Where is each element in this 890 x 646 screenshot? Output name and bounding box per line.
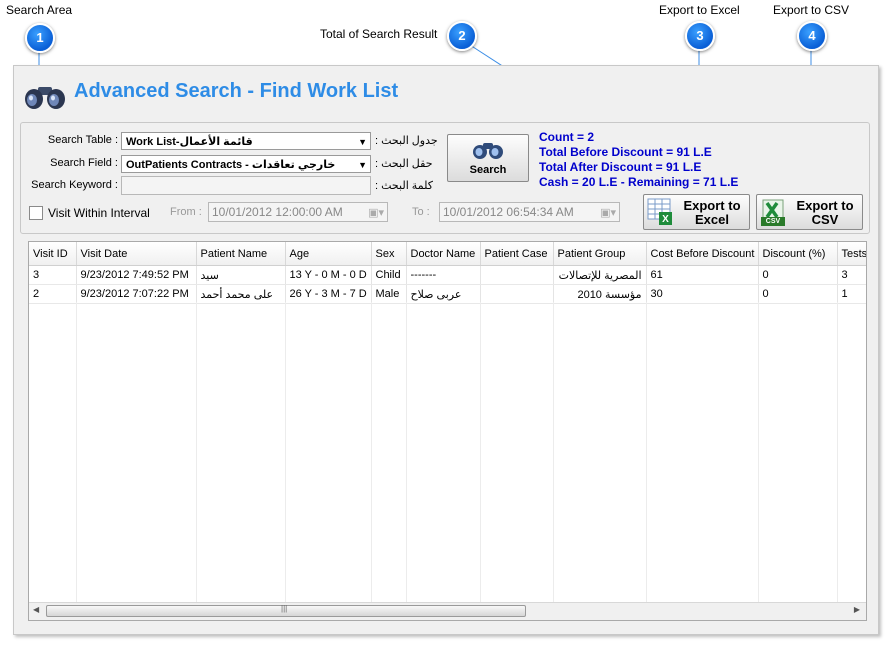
page-title: Advanced Search - Find Work List	[74, 80, 399, 102]
export-excel-label-2: Excel	[695, 212, 729, 227]
callout-badge-2: 2	[447, 21, 477, 51]
table-row[interactable]: 2 9/23/2012 7:07:22 PM على محمد أحمد 26 …	[29, 284, 866, 304]
search-field-label: Search Field :	[50, 157, 118, 169]
search-button[interactable]: Search	[447, 134, 529, 182]
svg-text:X: X	[662, 214, 669, 225]
column-header-discount[interactable]: Discount (%)	[758, 242, 838, 266]
callout-badge-1: 1	[25, 23, 55, 53]
binoculars-icon	[25, 87, 65, 109]
cell-tests: 3	[837, 265, 866, 285]
search-field-label-ar: : حقل البحث	[375, 158, 433, 170]
total-before-discount-text: Total Before Discount = 91 L.E	[539, 145, 712, 159]
export-csv-label-2: CSV	[811, 212, 839, 227]
cell-sex: Male	[371, 284, 407, 304]
cell-tests: 1	[837, 284, 866, 304]
column-header-patient-name[interactable]: Patient Name	[196, 242, 286, 266]
grid-header-row: Visit ID Visit Date Patient Name Age Sex…	[29, 242, 866, 266]
cell-doctor-name: -------	[406, 265, 481, 285]
callout-badge-3: 3	[685, 21, 715, 51]
advanced-search-window: Advanced Search - Find Work List Search …	[13, 65, 879, 635]
export-csv-label-1: Export to	[796, 198, 854, 213]
cell-age: 13 Y - 0 M - 0 D	[285, 265, 372, 285]
column-header-visit-id[interactable]: Visit ID	[29, 242, 77, 266]
search-keyword-label-ar: : كلمة البحث	[375, 180, 433, 192]
column-header-tests[interactable]: Tests	[837, 242, 866, 266]
scrollbar-thumb[interactable]: |||	[46, 604, 526, 617]
excel-icon: X	[647, 198, 672, 225]
to-date-picker[interactable]: 10/01/2012 06:54:34 AM ▣▾	[439, 202, 620, 222]
scroll-right-arrow-icon[interactable]: ▶	[854, 605, 860, 614]
calendar-icon: ▣▾	[368, 207, 384, 219]
cell-sex: Child	[371, 265, 407, 285]
cell-patient-name: على محمد أحمد	[196, 284, 286, 304]
cell-cost-before-discount: 61	[646, 265, 759, 285]
cell-discount: 0	[758, 284, 838, 304]
column-header-sex[interactable]: Sex	[371, 242, 407, 266]
chevron-down-icon: ▼	[358, 137, 367, 147]
search-field-select[interactable]: OutPatients Contracts - خارجي تعاقدات ▼	[121, 155, 371, 173]
table-row[interactable]: 3 9/23/2012 7:49:52 PM سيد 13 Y - 0 M - …	[29, 265, 866, 285]
search-keyword-input[interactable]	[121, 176, 371, 195]
csv-icon-text: CSV	[765, 218, 781, 225]
column-header-doctor-name[interactable]: Doctor Name	[406, 242, 481, 266]
column-header-cost-before-discount[interactable]: Cost Before Discount	[646, 242, 759, 266]
from-date-value: 10/01/2012 12:00:00 AM	[212, 205, 343, 219]
column-header-patient-group[interactable]: Patient Group	[553, 242, 647, 266]
calendar-icon: ▣▾	[600, 207, 616, 219]
visit-within-interval-label: Visit Within Interval	[48, 206, 150, 220]
column-header-age[interactable]: Age	[285, 242, 372, 266]
csv-icon: CSV	[761, 199, 787, 227]
search-table-value: Work List-قائمة الأعمال	[126, 136, 253, 148]
cell-age: 26 Y - 3 M - 7 D	[285, 284, 372, 304]
search-keyword-label: Search Keyword :	[31, 179, 118, 191]
search-table-label-ar: : جدول البحث	[375, 135, 438, 147]
callout-badge-4: 4	[797, 21, 827, 51]
cell-discount: 0	[758, 265, 838, 285]
count-text: Count = 2	[539, 130, 595, 144]
cell-patient-case	[480, 284, 554, 304]
grip-icon: |||	[281, 604, 288, 613]
cell-visit-id: 3	[29, 265, 77, 285]
cell-visit-date: 9/23/2012 7:07:22 PM	[76, 284, 197, 304]
to-label: To :	[412, 206, 430, 218]
to-date-value: 10/01/2012 06:54:34 AM	[443, 205, 574, 219]
cell-visit-date: 9/23/2012 7:49:52 PM	[76, 265, 197, 285]
from-date-picker[interactable]: 10/01/2012 12:00:00 AM ▣▾	[208, 202, 388, 222]
from-label: From :	[170, 206, 202, 218]
cell-patient-group: مؤسسة 2010	[553, 284, 647, 304]
binoculars-icon	[473, 143, 503, 159]
search-field-value: OutPatients Contracts - خارجي تعاقدات	[126, 159, 336, 171]
cell-cost-before-discount: 30	[646, 284, 759, 304]
horizontal-scrollbar[interactable]: ◀ ||| ▶	[29, 602, 866, 620]
search-table-label: Search Table :	[47, 134, 118, 146]
column-header-visit-date[interactable]: Visit Date	[76, 242, 197, 266]
cell-patient-group: المصرية للإتصالات	[553, 265, 647, 285]
column-header-patient-case[interactable]: Patient Case	[480, 242, 554, 266]
total-after-discount-text: Total After Discount = 91 L.E	[539, 160, 702, 174]
export-excel-button[interactable]: X Export to Excel	[643, 194, 750, 230]
cell-patient-name: سيد	[196, 265, 286, 285]
export-csv-button[interactable]: CSV Export to CSV	[756, 194, 863, 230]
chevron-down-icon: ▼	[358, 160, 367, 170]
results-grid[interactable]: Visit ID Visit Date Patient Name Age Sex…	[28, 241, 867, 621]
grid-column-lines	[76, 302, 838, 602]
cash-remaining-text: Cash = 20 L.E - Remaining = 71 L.E	[539, 175, 739, 189]
export-excel-label-1: Export to	[683, 198, 741, 213]
visit-within-interval-checkbox[interactable]	[29, 206, 43, 220]
cell-visit-id: 2	[29, 284, 77, 304]
search-button-label: Search	[469, 164, 507, 176]
search-table-select[interactable]: Work List-قائمة الأعمال ▼	[121, 132, 371, 150]
scroll-left-arrow-icon[interactable]: ◀	[33, 605, 39, 614]
cell-patient-case	[480, 265, 554, 285]
cell-doctor-name: عربى صلاح	[406, 284, 481, 304]
